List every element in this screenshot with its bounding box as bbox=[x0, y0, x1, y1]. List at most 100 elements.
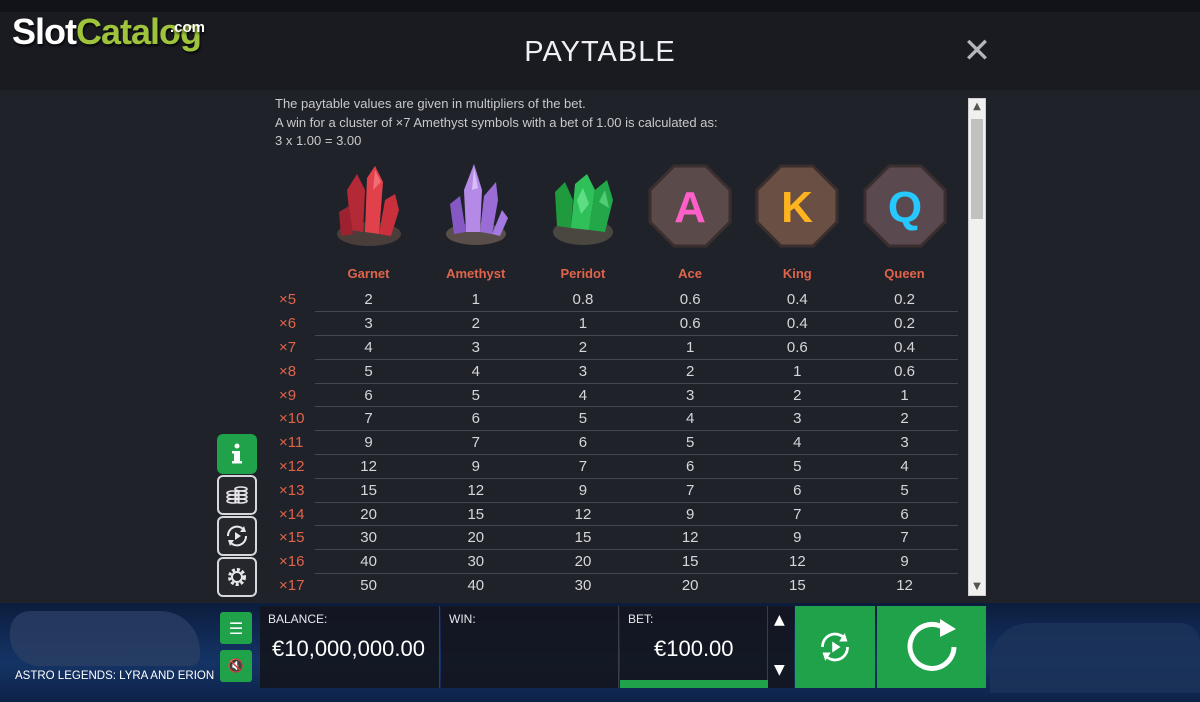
payout-cell: 0.2 bbox=[850, 288, 959, 313]
menu-button[interactable]: ☰ bbox=[220, 612, 252, 644]
sound-button[interactable]: 🔇 bbox=[220, 650, 252, 682]
payout-cell: 1 bbox=[636, 335, 744, 360]
payout-cell: 9 bbox=[529, 478, 637, 503]
close-icon[interactable]: ✕ bbox=[963, 31, 992, 71]
payout-cell: 5 bbox=[529, 406, 637, 432]
payout-cell: 15 bbox=[789, 577, 806, 595]
symbol-garnet: Garnet bbox=[315, 160, 422, 281]
payout-cell: 15 bbox=[636, 549, 744, 575]
cluster-size-label: ×13 bbox=[279, 481, 305, 499]
payout-cell: 0.8 bbox=[529, 288, 637, 313]
cluster-size-label: ×17 bbox=[279, 576, 305, 594]
scroll-down-icon[interactable]: ▼ bbox=[969, 579, 985, 595]
payout-cell: 0.6 bbox=[850, 359, 959, 384]
autoplay-icon bbox=[821, 632, 849, 662]
payout-cell: 12 bbox=[422, 478, 530, 503]
info-icon bbox=[232, 443, 242, 464]
symbol-name: Queen bbox=[884, 266, 925, 281]
spin-icon bbox=[907, 619, 956, 671]
payout-cell: 4 bbox=[529, 383, 637, 408]
info-button[interactable] bbox=[217, 434, 257, 474]
payout-cell: 5 bbox=[315, 359, 423, 384]
payout-cell: 12 bbox=[529, 502, 637, 527]
payout-cell: 15 bbox=[422, 502, 530, 527]
symbol-amethyst: Amethyst bbox=[422, 160, 529, 281]
close-button[interactable]: ✕ bbox=[962, 34, 992, 68]
autoplay-info-button[interactable] bbox=[217, 516, 257, 556]
payout-cell: 30 bbox=[422, 549, 530, 575]
payout-cell: 2 bbox=[422, 311, 530, 337]
bet-stepper[interactable]: ▲ ▼ bbox=[768, 606, 794, 688]
payout-cell: 6 bbox=[636, 454, 744, 479]
payout-cell: 1 bbox=[743, 359, 851, 384]
symbol-name: Amethyst bbox=[446, 266, 506, 281]
table-row: ×8 5 4 3 2 1 0.6 bbox=[275, 359, 959, 384]
settings-button[interactable] bbox=[217, 557, 257, 597]
payout-cell: 7 bbox=[529, 454, 637, 479]
scroll-up-icon[interactable]: ▲ bbox=[969, 99, 985, 115]
cluster-size-label: ×14 bbox=[279, 505, 305, 523]
symbol-name: Peridot bbox=[560, 266, 606, 281]
balance-panel: BALANCE: €10,000,000.00 bbox=[260, 606, 440, 688]
cluster-size-label: ×8 bbox=[279, 362, 297, 380]
symbol-name: Ace bbox=[678, 266, 703, 281]
paytable-button[interactable] bbox=[217, 475, 257, 515]
bet-decrease-icon[interactable]: ▼ bbox=[774, 662, 785, 678]
cluster-size-label: ×12 bbox=[279, 457, 305, 475]
game-title: ASTRO LEGENDS: LYRA AND ERION bbox=[15, 670, 215, 682]
payout-cell: 50 bbox=[360, 577, 377, 595]
spin-button[interactable] bbox=[877, 606, 986, 688]
background-rock bbox=[990, 623, 1200, 693]
payout-cell: 3 bbox=[422, 335, 530, 360]
payout-cell: 0.6 bbox=[636, 288, 744, 313]
autoplay-button[interactable] bbox=[795, 606, 875, 688]
payout-cell: 3 bbox=[529, 359, 637, 384]
payout-cell: 15 bbox=[529, 525, 637, 551]
payout-cell: 20 bbox=[315, 502, 423, 527]
payout-cell: 2 bbox=[850, 406, 959, 432]
cluster-size-label: ×6 bbox=[279, 315, 297, 333]
payout-cell: 12 bbox=[896, 577, 913, 595]
cluster-size-label: ×9 bbox=[279, 386, 297, 404]
payout-cell: 6 bbox=[529, 430, 637, 456]
cluster-size-label: ×16 bbox=[279, 553, 305, 571]
payout-cell: 0.4 bbox=[743, 288, 851, 313]
win-panel: WIN: bbox=[441, 606, 619, 688]
payout-cell: 4 bbox=[743, 430, 851, 456]
payout-cell: 3 bbox=[315, 311, 423, 337]
bet-label: BET: bbox=[628, 612, 654, 626]
bet-level-bar bbox=[620, 680, 768, 688]
symbol-ace: A Ace bbox=[637, 160, 744, 281]
table-row: ×11 9 7 6 5 4 3 bbox=[275, 430, 959, 456]
payout-cell: 7 bbox=[850, 525, 959, 551]
symbol-name: King bbox=[782, 266, 812, 281]
payout-cell: 20 bbox=[681, 577, 699, 595]
payout-cell: 6 bbox=[315, 383, 423, 408]
payout-cell: 7 bbox=[636, 478, 744, 503]
garnet-crystal-icon bbox=[336, 166, 401, 246]
bet-value: €100.00 bbox=[654, 636, 734, 661]
payout-cell: 4 bbox=[422, 359, 530, 384]
paytable-intro: The paytable values are given in multipl… bbox=[275, 95, 955, 151]
cluster-size-label: ×10 bbox=[279, 410, 305, 428]
table-row: ×14 20 15 12 9 7 6 bbox=[275, 502, 959, 527]
payout-cell: 9 bbox=[850, 549, 959, 575]
payout-cell: 1 bbox=[529, 311, 637, 337]
payout-cell: 0.4 bbox=[850, 335, 959, 360]
payout-cell: 0.6 bbox=[636, 311, 744, 337]
menu-list-icon: ☰ bbox=[228, 618, 244, 638]
rune-letter: Q bbox=[887, 183, 921, 232]
autoplay-icon bbox=[226, 525, 248, 547]
ace-rune-icon: A bbox=[648, 164, 732, 248]
payout-cell: 9 bbox=[743, 525, 851, 551]
peridot-crystal-icon bbox=[552, 174, 613, 245]
sound-muted-icon: 🔇 bbox=[227, 658, 245, 674]
intro-line: 3 x 1.00 = 3.00 bbox=[275, 133, 362, 148]
payout-cell: 5 bbox=[636, 430, 744, 456]
paytable-scrollbar[interactable]: ▲ ▼ bbox=[968, 98, 986, 596]
symbol-name: Garnet bbox=[347, 266, 390, 281]
queen-rune-icon: Q bbox=[863, 164, 946, 248]
scroll-thumb[interactable] bbox=[971, 119, 983, 219]
bet-increase-icon[interactable]: ▲ bbox=[774, 612, 785, 628]
table-row: ×15 30 20 15 12 9 7 bbox=[275, 525, 959, 551]
